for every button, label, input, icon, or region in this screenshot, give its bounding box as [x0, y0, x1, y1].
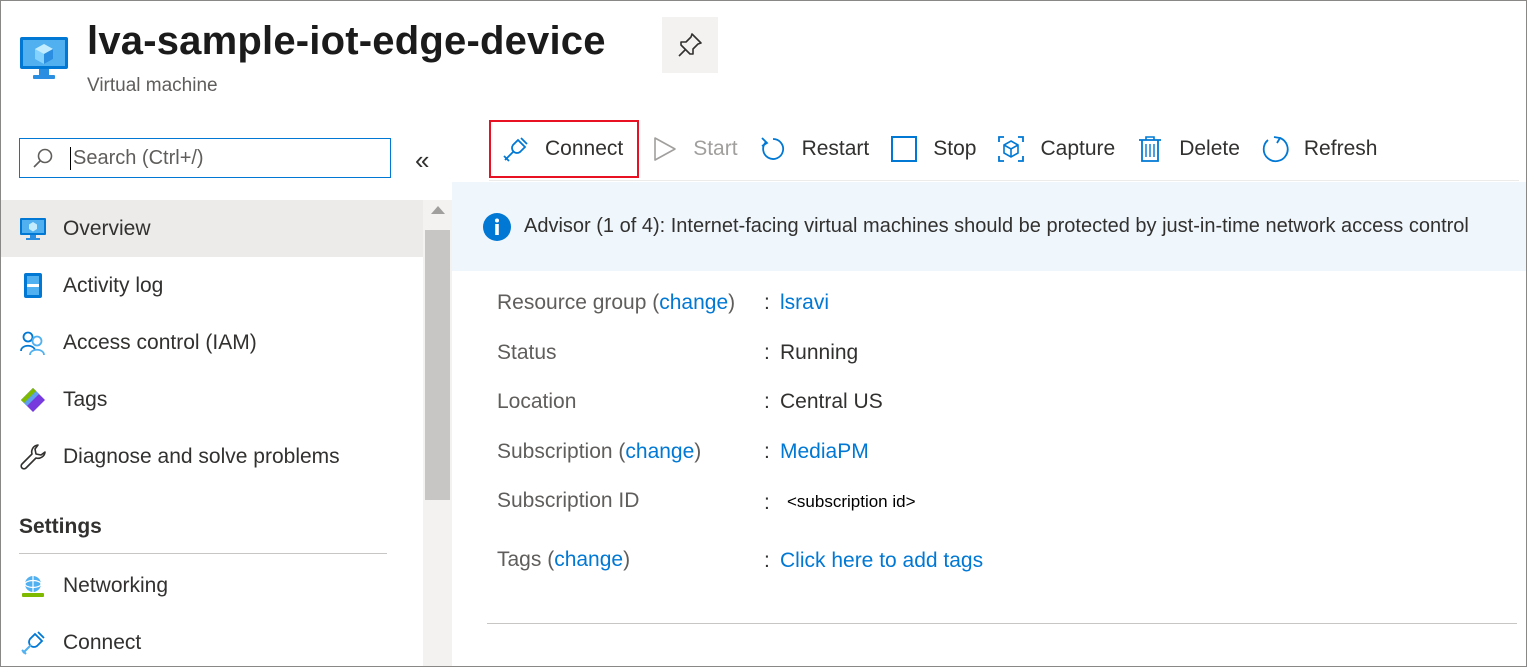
- sidebar-item-networking[interactable]: Networking: [1, 557, 423, 614]
- colon: :: [764, 491, 770, 514]
- delete-button[interactable]: Delete: [1125, 120, 1250, 178]
- tags-change-link[interactable]: change: [554, 548, 623, 571]
- sidebar-item-activity-log[interactable]: Activity log: [1, 257, 423, 314]
- tag-icon: [19, 386, 47, 414]
- sidebar-nav: Overview Activity log Access control (IA…: [1, 200, 423, 485]
- colon: :: [764, 291, 770, 314]
- refresh-icon: [1260, 134, 1290, 164]
- subscription-label: Subscription (change): [497, 440, 702, 463]
- stop-icon: [889, 134, 919, 164]
- sidebar-item-connect[interactable]: Connect: [1, 614, 423, 666]
- colon: :: [764, 390, 770, 413]
- networking-icon: [19, 572, 47, 600]
- advisor-banner[interactable]: Advisor (1 of 4): Internet-facing virtua…: [452, 182, 1526, 271]
- add-tags-link[interactable]: Click here to add tags: [780, 549, 983, 573]
- status-label: Status: [497, 341, 557, 364]
- restart-icon: [758, 134, 788, 164]
- sidebar-item-label: Diagnose and solve problems: [63, 444, 340, 468]
- stop-label: Stop: [933, 137, 977, 160]
- pin-button[interactable]: [662, 17, 718, 73]
- connect-label: Connect: [545, 137, 624, 160]
- capture-button[interactable]: Capture: [986, 120, 1125, 178]
- location-value: Central US: [780, 390, 883, 413]
- plug-icon: [19, 629, 47, 657]
- sidebar-divider: [19, 553, 387, 554]
- colon: :: [764, 549, 770, 572]
- sidebar-item-overview[interactable]: Overview: [1, 200, 423, 257]
- page-title: lva-sample-iot-edge-device: [87, 19, 606, 63]
- subscription-id-value: <subscription id>: [787, 492, 916, 511]
- trash-icon: [1135, 134, 1165, 164]
- tags-label: Tags (change): [497, 548, 631, 571]
- start-button[interactable]: Start: [639, 120, 747, 178]
- essentials-divider: [487, 623, 1517, 624]
- portal-window: lva-sample-iot-edge-device Virtual machi…: [0, 0, 1527, 667]
- restart-button[interactable]: Restart: [748, 120, 880, 178]
- info-icon: [483, 212, 511, 241]
- scrollbar-thumb[interactable]: [425, 230, 450, 500]
- subscription-id-label: Subscription ID: [497, 489, 640, 512]
- sidebar-item-label: Overview: [63, 216, 151, 240]
- refresh-button[interactable]: Refresh: [1250, 120, 1388, 178]
- subscription-change-link[interactable]: change: [625, 440, 694, 463]
- start-label: Start: [693, 137, 738, 160]
- connect-button[interactable]: Connect: [489, 120, 640, 178]
- advisor-text: Advisor (1 of 4): Internet-facing virtua…: [524, 215, 1469, 237]
- scroll-up-arrow-icon[interactable]: [431, 206, 445, 214]
- sidebar-item-label: Connect: [63, 630, 142, 654]
- sidebar-item-label: Access control (IAM): [63, 330, 257, 354]
- colon: :: [764, 341, 770, 364]
- sidebar-item-tags[interactable]: Tags: [1, 371, 423, 428]
- command-bar: Connect Start Restart Stop Capture Delet…: [489, 119, 1387, 179]
- sidebar-search[interactable]: [19, 138, 391, 178]
- activity-log-icon: [19, 272, 47, 300]
- sidebar-item-label: Activity log: [63, 273, 164, 297]
- toolbar-divider: [489, 180, 1519, 181]
- collapse-sidebar-button[interactable]: «: [415, 147, 429, 173]
- sidebar-item-label: Networking: [63, 573, 169, 597]
- sidebar-group-settings: Settings: [19, 515, 102, 538]
- subscription-value-link[interactable]: MediaPM: [780, 440, 869, 464]
- wrench-icon: [19, 443, 47, 471]
- virtual-machine-icon: [19, 31, 69, 81]
- people-icon: [19, 329, 47, 357]
- status-value: Running: [780, 341, 859, 364]
- delete-label: Delete: [1179, 137, 1240, 160]
- capture-label: Capture: [1040, 137, 1116, 160]
- resource-group-value-link[interactable]: lsravi: [780, 291, 829, 315]
- sidebar-item-label: Tags: [63, 387, 108, 411]
- restart-label: Restart: [801, 137, 870, 160]
- play-icon: [649, 134, 679, 164]
- colon: :: [764, 440, 770, 463]
- resource-group-label: Resource group (change): [497, 291, 736, 314]
- sidebar-item-diagnose[interactable]: Diagnose and solve problems: [1, 428, 423, 485]
- refresh-label: Refresh: [1303, 137, 1378, 160]
- resource-group-change-link[interactable]: change: [659, 291, 728, 314]
- stop-button[interactable]: Stop: [879, 120, 986, 178]
- vm-icon: [19, 215, 47, 243]
- location-label: Location: [497, 390, 577, 413]
- sidebar-scrollbar[interactable]: [423, 200, 452, 666]
- page-subtitle: Virtual machine: [87, 75, 218, 96]
- pin-icon: [678, 33, 702, 57]
- plug-icon: [501, 134, 531, 164]
- search-icon: [33, 148, 53, 168]
- sidebar-item-access-control[interactable]: Access control (IAM): [1, 314, 423, 371]
- search-input[interactable]: [70, 146, 370, 170]
- sidebar-settings-nav: Networking Connect: [1, 557, 423, 666]
- capture-icon: [996, 134, 1026, 164]
